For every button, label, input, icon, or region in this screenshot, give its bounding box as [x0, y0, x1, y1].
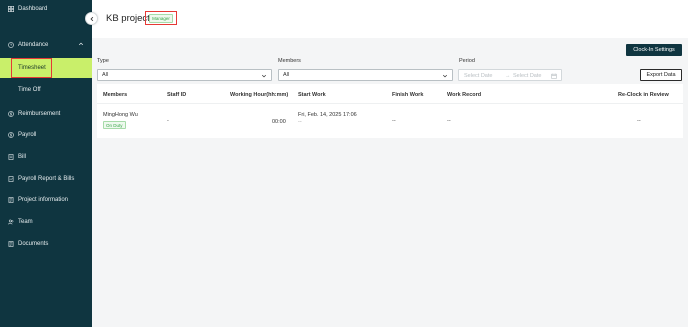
highlight-box	[11, 58, 52, 78]
document-icon	[8, 197, 14, 203]
staff-id: -	[167, 118, 169, 124]
chevron-down-icon	[442, 74, 448, 78]
clock-in-settings-button[interactable]: Clock-In Settings	[626, 44, 682, 56]
start-work-sub: --	[298, 119, 302, 125]
column-header: Staff ID	[167, 92, 187, 98]
sidebar-item-label: Documents	[18, 241, 49, 247]
receipt-icon	[8, 154, 14, 160]
sidebar-item-documents[interactable]: Documents	[0, 237, 92, 251]
members-select-value: All	[283, 72, 290, 78]
work-record: --	[447, 118, 451, 124]
status-badge: On Duty	[103, 121, 126, 129]
start-work: Fri, Feb. 14, 2025 17:06	[298, 112, 357, 118]
grid-icon	[8, 6, 14, 12]
chevron-left-icon	[90, 16, 93, 21]
report-icon	[8, 176, 14, 182]
dollar-circle-icon	[8, 132, 14, 138]
sidebar-item-label: Project information	[18, 197, 69, 203]
sidebar-item-bill[interactable]: Bill	[0, 150, 92, 164]
sidebar-item-team[interactable]: Team	[0, 215, 92, 229]
sidebar-item-project-information[interactable]: Project information	[0, 193, 92, 207]
range-arrow: →	[505, 73, 511, 79]
sidebar-item-attendance[interactable]: Attendance	[0, 38, 92, 52]
sidebar-item-label: Payroll Report & Bills	[18, 176, 75, 182]
people-icon	[8, 219, 14, 225]
sidebar-item-timesheet[interactable]: Timesheet	[0, 58, 92, 78]
column-header: Working Hour(hh:mm)	[230, 92, 289, 98]
sidebar: Dashboard Attendance Timesheet Time Off …	[0, 0, 92, 327]
sidebar-item-label: Time Off	[18, 87, 41, 93]
start-date-input[interactable]: Select Date	[464, 73, 492, 79]
sidebar-item-payroll[interactable]: Payroll	[0, 128, 92, 142]
sidebar-item-dashboard[interactable]: Dashboard	[0, 2, 92, 16]
chevron-down-icon	[261, 74, 267, 78]
sidebar-item-label: Reimbursement	[18, 111, 61, 117]
divider	[97, 103, 683, 104]
period-range-picker[interactable]: Select Date → Select Date	[458, 69, 562, 81]
role-badge-label: Manager	[149, 13, 173, 23]
sidebar-item-label: Payroll	[18, 132, 37, 138]
column-header: Members	[103, 92, 128, 98]
member-name[interactable]: MingHong Wu	[103, 112, 138, 118]
collapse-sidebar-button[interactable]	[85, 12, 98, 25]
export-data-button[interactable]: Export Data	[640, 69, 682, 81]
dollar-circle-icon	[8, 111, 14, 117]
working-hour: 00:00	[272, 119, 286, 125]
sidebar-item-payroll-report[interactable]: Payroll Report & Bills	[0, 172, 92, 186]
column-header: Finish Work	[392, 92, 424, 98]
sidebar-item-label: Dashboard	[18, 6, 48, 12]
sidebar-item-label: Team	[18, 219, 33, 225]
type-select-value: All	[102, 72, 109, 78]
column-header: Re-Clock in Review	[618, 92, 669, 98]
sidebar-item-reimbursement[interactable]: Reimbursement	[0, 107, 92, 121]
timesheet-table: Members Staff ID Working Hour(hh:mm) Sta…	[97, 84, 683, 138]
reclock-review: --	[637, 118, 641, 124]
role-badge: Manager	[145, 11, 177, 25]
calendar-icon	[551, 73, 557, 79]
clock-icon	[8, 42, 14, 48]
column-header: Work Record	[447, 92, 482, 98]
type-select[interactable]: All	[97, 69, 272, 81]
type-label: Type	[97, 58, 109, 64]
members-label: Members	[278, 58, 301, 64]
document-icon	[8, 241, 14, 247]
page-header: KB project Manager	[92, 0, 688, 38]
end-date-input[interactable]: Select Date	[513, 73, 541, 79]
chevron-up-icon[interactable]	[78, 41, 84, 47]
members-select[interactable]: All	[278, 69, 453, 81]
page-title: KB project	[106, 13, 150, 24]
sidebar-item-time-off[interactable]: Time Off	[0, 80, 92, 100]
sidebar-item-label: Attendance	[18, 42, 49, 48]
sidebar-item-label: Bill	[18, 154, 27, 160]
finish-work: --	[392, 118, 396, 124]
period-label: Period	[459, 58, 475, 64]
main-content: Clock-In Settings Type All Members All P…	[92, 38, 688, 327]
column-header: Start Work	[298, 92, 326, 98]
